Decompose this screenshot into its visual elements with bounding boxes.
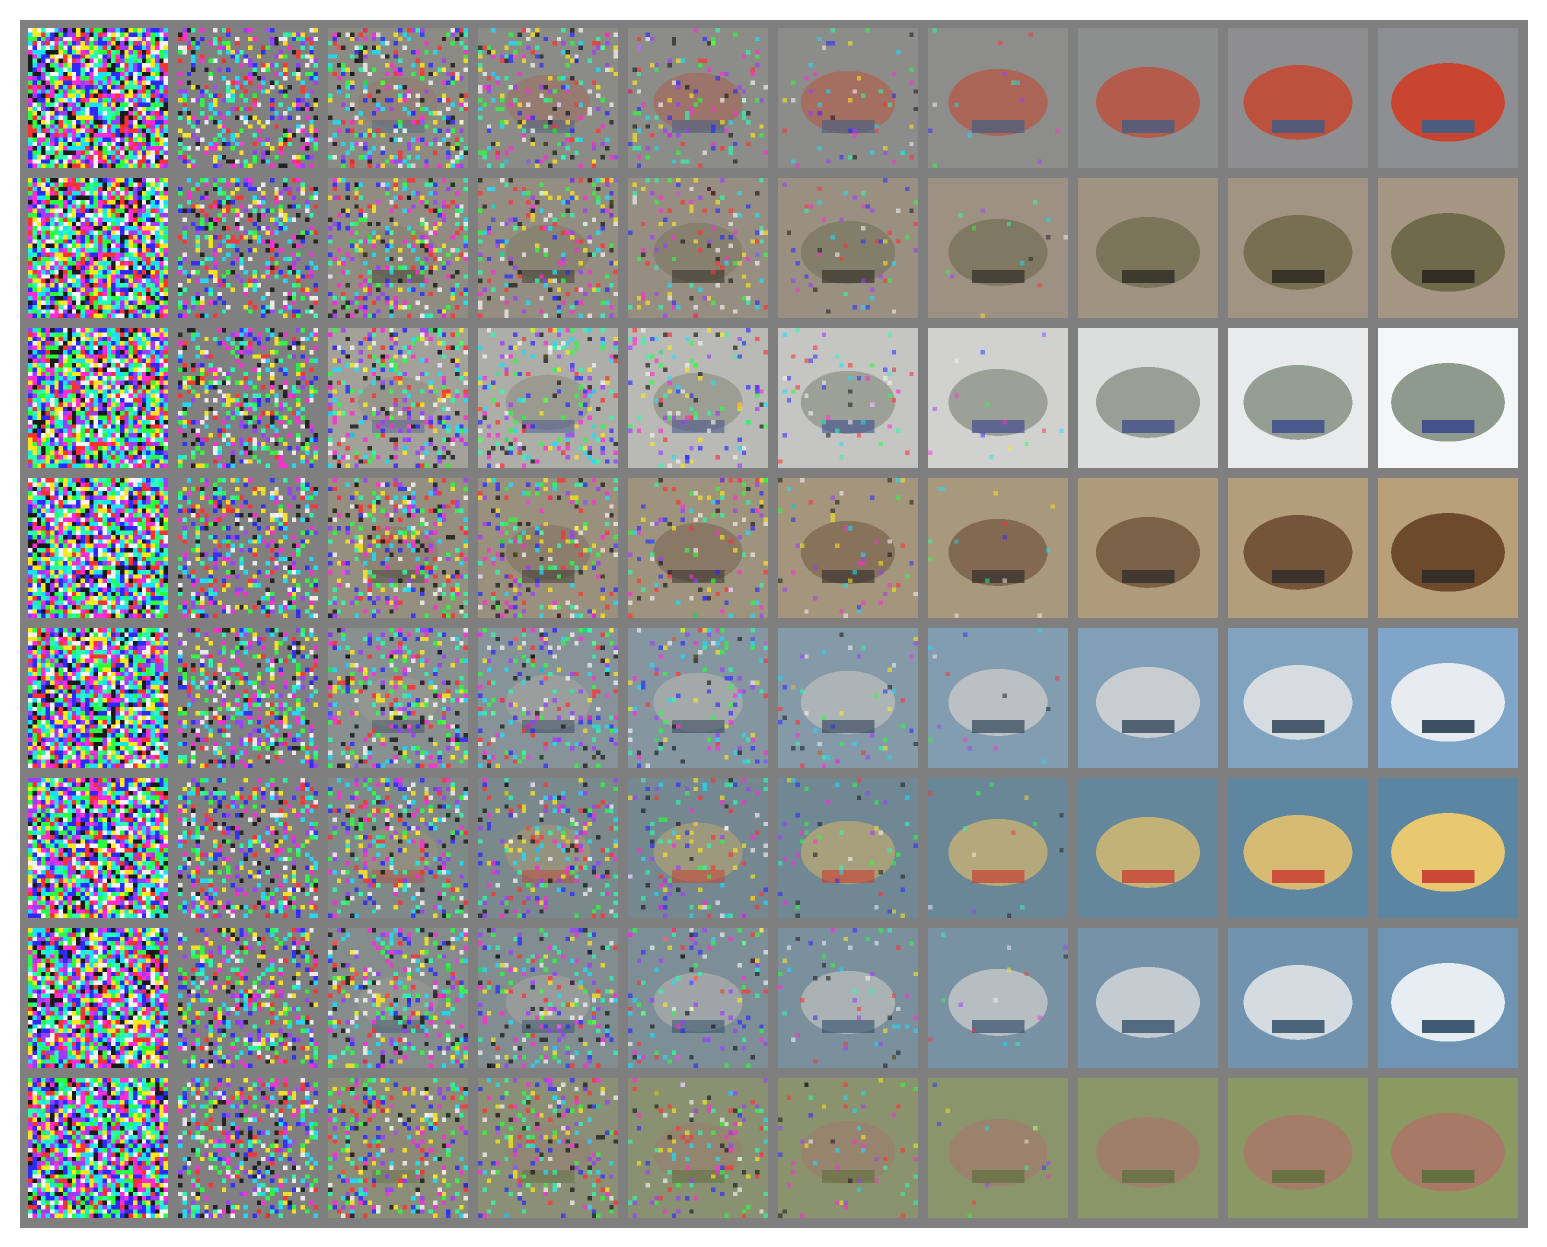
sample-tile-bird-to-crab-on-white-step-7	[928, 328, 1068, 468]
sample-tile-fire-truck-step-4	[478, 28, 618, 168]
denoising-sample-grid	[20, 20, 1528, 1228]
sample-tile-ship-on-sea-step-3	[328, 628, 468, 768]
sample-tile-frog-step-1	[28, 178, 168, 318]
sample-tile-deer-step-4	[478, 478, 618, 618]
sample-tile-horse-on-grass-step-7	[928, 1078, 1068, 1218]
sample-tile-bird-to-crab-on-white-step-6	[778, 328, 918, 468]
sample-tile-cargo-ship-step-1	[28, 778, 168, 918]
sample-tile-bird-to-crab-on-white-step-2	[178, 328, 318, 468]
sample-tile-boat-in-waves-step-10	[1378, 928, 1518, 1068]
sample-tile-bird-to-crab-on-white-step-10	[1378, 328, 1518, 468]
sample-tile-cargo-ship-step-5	[628, 778, 768, 918]
sample-tile-boat-in-waves-step-5	[628, 928, 768, 1068]
sample-tile-frog-step-6	[778, 178, 918, 318]
sample-tile-ship-on-sea-step-1	[28, 628, 168, 768]
sample-tile-frog-step-2	[178, 178, 318, 318]
sample-tile-frog-step-9	[1228, 178, 1368, 318]
sample-tile-fire-truck-step-5	[628, 28, 768, 168]
sample-tile-fire-truck-step-6	[778, 28, 918, 168]
sample-tile-ship-on-sea-step-6	[778, 628, 918, 768]
sample-tile-horse-on-grass-step-9	[1228, 1078, 1368, 1218]
sample-tile-cargo-ship-step-4	[478, 778, 618, 918]
sample-tile-ship-on-sea-step-2	[178, 628, 318, 768]
sample-tile-cargo-ship-step-7	[928, 778, 1068, 918]
sample-tile-boat-in-waves-step-8	[1078, 928, 1218, 1068]
sample-tile-cargo-ship-step-9	[1228, 778, 1368, 918]
sample-tile-cargo-ship-step-10	[1378, 778, 1518, 918]
sample-tile-deer-step-6	[778, 478, 918, 618]
sample-tile-fire-truck-step-1	[28, 28, 168, 168]
sample-tile-fire-truck-step-3	[328, 28, 468, 168]
sample-tile-frog-step-7	[928, 178, 1068, 318]
sample-tile-fire-truck-step-9	[1228, 28, 1368, 168]
sample-tile-horse-on-grass-step-8	[1078, 1078, 1218, 1218]
sample-tile-fire-truck-step-8	[1078, 28, 1218, 168]
sample-tile-boat-in-waves-step-9	[1228, 928, 1368, 1068]
sample-tile-frog-step-10	[1378, 178, 1518, 318]
sample-tile-cargo-ship-step-8	[1078, 778, 1218, 918]
sample-tile-horse-on-grass-step-5	[628, 1078, 768, 1218]
sample-tile-boat-in-waves-step-2	[178, 928, 318, 1068]
sample-tile-horse-on-grass-step-2	[178, 1078, 318, 1218]
sample-tile-ship-on-sea-step-4	[478, 628, 618, 768]
sample-tile-bird-to-crab-on-white-step-1	[28, 328, 168, 468]
sample-tile-bird-to-crab-on-white-step-9	[1228, 328, 1368, 468]
sample-tile-frog-step-5	[628, 178, 768, 318]
sample-tile-boat-in-waves-step-7	[928, 928, 1068, 1068]
sample-tile-horse-on-grass-step-4	[478, 1078, 618, 1218]
sample-tile-horse-on-grass-step-6	[778, 1078, 918, 1218]
sample-tile-cargo-ship-step-2	[178, 778, 318, 918]
sample-tile-deer-step-9	[1228, 478, 1368, 618]
sample-tile-horse-on-grass-step-1	[28, 1078, 168, 1218]
sample-tile-ship-on-sea-step-9	[1228, 628, 1368, 768]
sample-tile-frog-step-4	[478, 178, 618, 318]
sample-tile-boat-in-waves-step-1	[28, 928, 168, 1068]
sample-tile-horse-on-grass-step-3	[328, 1078, 468, 1218]
sample-tile-ship-on-sea-step-8	[1078, 628, 1218, 768]
sample-tile-deer-step-1	[28, 478, 168, 618]
sample-tile-bird-to-crab-on-white-step-4	[478, 328, 618, 468]
sample-tile-cargo-ship-step-3	[328, 778, 468, 918]
sample-tile-deer-step-7	[928, 478, 1068, 618]
sample-tile-boat-in-waves-step-4	[478, 928, 618, 1068]
sample-tile-cargo-ship-step-6	[778, 778, 918, 918]
sample-tile-deer-step-10	[1378, 478, 1518, 618]
sample-tile-ship-on-sea-step-5	[628, 628, 768, 768]
sample-tile-bird-to-crab-on-white-step-5	[628, 328, 768, 468]
sample-tile-bird-to-crab-on-white-step-8	[1078, 328, 1218, 468]
sample-tile-frog-step-3	[328, 178, 468, 318]
sample-tile-deer-step-3	[328, 478, 468, 618]
sample-tile-fire-truck-step-2	[178, 28, 318, 168]
sample-tile-horse-on-grass-step-10	[1378, 1078, 1518, 1218]
sample-tile-bird-to-crab-on-white-step-3	[328, 328, 468, 468]
sample-tile-boat-in-waves-step-3	[328, 928, 468, 1068]
sample-tile-deer-step-2	[178, 478, 318, 618]
sample-tile-frog-step-8	[1078, 178, 1218, 318]
sample-tile-deer-step-8	[1078, 478, 1218, 618]
sample-tile-ship-on-sea-step-7	[928, 628, 1068, 768]
sample-tile-boat-in-waves-step-6	[778, 928, 918, 1068]
sample-tile-fire-truck-step-7	[928, 28, 1068, 168]
sample-tile-fire-truck-step-10	[1378, 28, 1518, 168]
sample-tile-ship-on-sea-step-10	[1378, 628, 1518, 768]
sample-tile-deer-step-5	[628, 478, 768, 618]
